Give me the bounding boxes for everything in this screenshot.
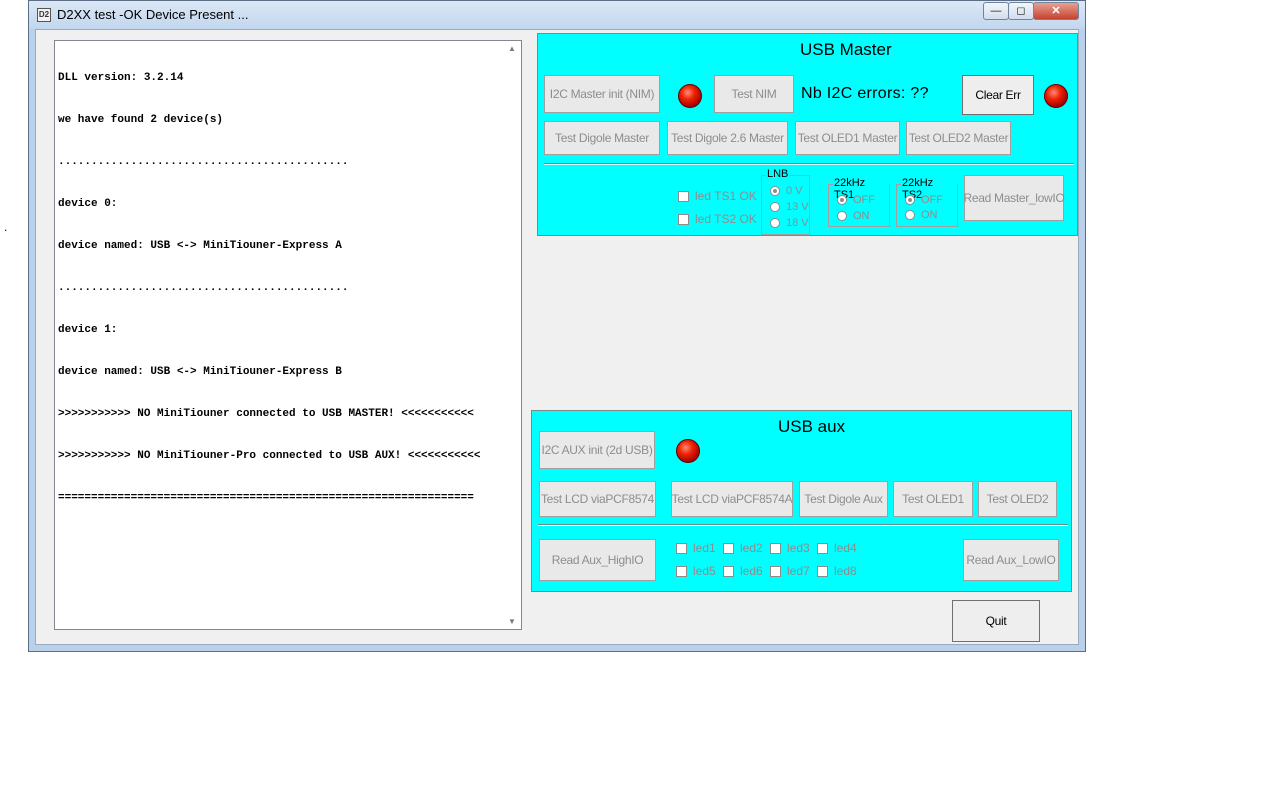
quit-button[interactable]: Quit [952, 600, 1040, 642]
ts1-off-radio[interactable]: OFF [837, 194, 875, 206]
lnb-group: LNB 0 V 13 V 18 V [761, 168, 810, 235]
usb-master-title: USB Master [800, 40, 892, 59]
ts1-on-radio[interactable]: ON [837, 210, 870, 222]
usb-aux-title: USB aux [778, 417, 846, 436]
test-lcd-pcf8574a-button[interactable]: Test LCD viaPCF8574A [671, 481, 793, 517]
test-lcd-pcf8574-button[interactable]: Test LCD viaPCF8574 [539, 481, 656, 517]
radio-icon [770, 202, 780, 212]
checkbox-box-icon [676, 565, 687, 577]
log-line: device named: USB <-> MiniTiouner-Expres… [58, 240, 342, 252]
log-line: ........................................… [58, 282, 349, 294]
test-digole-master-button[interactable]: Test Digole Master [544, 121, 660, 155]
checkbox-box-icon [678, 213, 689, 225]
checkbox-box-icon [723, 542, 734, 554]
test-digole-aux-button[interactable]: Test Digole Aux [799, 481, 888, 517]
read-aux-lowio-button[interactable]: Read Aux_LowIO [963, 539, 1059, 581]
test-oled2-aux-button[interactable]: Test OLED2 [978, 481, 1057, 517]
checkbox-box-icon [817, 542, 828, 554]
lnb-group-title: LNB [766, 168, 790, 180]
master-divider [544, 163, 1074, 165]
app-window: D2 D2XX test -OK Device Present ... — ◻ … [28, 0, 1086, 652]
i2c-master-init-button[interactable]: I2C Master init (NIM) [544, 75, 660, 113]
checkbox-box-icon [770, 542, 781, 554]
test-nim-button[interactable]: Test NIM [714, 75, 794, 113]
led4-checkbox[interactable]: led4 [817, 541, 857, 555]
stray-mark: . [4, 220, 8, 234]
radio-icon [837, 211, 847, 221]
checkbox-box-icon [817, 565, 828, 577]
led1-checkbox[interactable]: led1 [676, 541, 716, 555]
lnb-13v-radio[interactable]: 13 V [770, 201, 809, 213]
checkbox-box-icon [723, 565, 734, 577]
lnb-0v-radio[interactable]: 0 V [770, 185, 803, 197]
caption-buttons: — ◻ ✕ [983, 2, 1079, 20]
led5-checkbox[interactable]: led5 [676, 564, 716, 578]
lnb-18v-radio[interactable]: 18 V [770, 217, 809, 229]
radio-selected-icon [837, 195, 847, 205]
radio-selected-icon [905, 195, 915, 205]
i2c-aux-init-button[interactable]: I2C AUX init (2d USB) [539, 431, 655, 469]
close-button[interactable]: ✕ [1033, 2, 1079, 20]
log-lines: DLL version: 3.2.14 we have found 2 devi… [58, 43, 505, 533]
checkbox-box-icon [676, 542, 687, 554]
aux-init-led [676, 439, 700, 463]
log-line: ========================================… [58, 492, 474, 504]
ts2-off-radio[interactable]: OFF [905, 194, 943, 206]
test-digole26-master-button[interactable]: Test Digole 2.6 Master [667, 121, 788, 155]
log-scrollbar[interactable]: ▲ ▼ [505, 41, 521, 629]
log-line: DLL version: 3.2.14 [58, 72, 184, 84]
test-oled1-master-button[interactable]: Test OLED1 Master [795, 121, 900, 155]
ts2-on-radio[interactable]: ON [905, 209, 938, 221]
radio-icon [770, 218, 780, 228]
log-line: device 1: [58, 324, 118, 336]
usb-master-panel: USB Master I2C Master init (NIM) Test NI… [537, 33, 1078, 236]
aux-divider [538, 524, 1068, 526]
minimize-button[interactable]: — [983, 2, 1009, 20]
test-oled2-master-button[interactable]: Test OLED2 Master [906, 121, 1011, 155]
led7-checkbox[interactable]: led7 [770, 564, 810, 578]
radio-selected-icon [770, 186, 780, 196]
checkbox-box-icon [770, 565, 781, 577]
test-oled1-aux-button[interactable]: Test OLED1 [893, 481, 973, 517]
radio-icon [905, 210, 915, 220]
log-line: device named: USB <-> MiniTiouner-Expres… [58, 366, 342, 378]
master-init-led [678, 84, 702, 108]
log-textbox[interactable]: DLL version: 3.2.14 we have found 2 devi… [54, 40, 522, 630]
led2-checkbox[interactable]: led2 [723, 541, 763, 555]
usb-aux-panel: USB aux I2C AUX init (2d USB) Test LCD v… [531, 410, 1072, 592]
window-title: D2XX test -OK Device Present ... [57, 7, 249, 22]
log-line: >>>>>>>>>>> NO MiniTiouner-Pro connected… [58, 450, 481, 462]
log-line: device 0: [58, 198, 118, 210]
checkbox-box-icon [678, 190, 689, 202]
client-area: DLL version: 3.2.14 we have found 2 devi… [35, 29, 1079, 645]
led3-checkbox[interactable]: led3 [770, 541, 810, 555]
master-error-led [1044, 84, 1068, 108]
log-line: >>>>>>>>>>> NO MiniTiouner connected to … [58, 408, 474, 420]
maximize-icon: ◻ [1016, 5, 1026, 17]
log-line: ........................................… [58, 156, 349, 168]
app-icon[interactable]: D2 [37, 8, 51, 22]
ts2-22khz-group: 22kHz TS2 OFF ON [896, 177, 958, 227]
scroll-up-icon[interactable]: ▲ [508, 44, 516, 53]
led8-checkbox[interactable]: led8 [817, 564, 857, 578]
nb-i2c-errors-label: Nb I2C errors: ?? [801, 85, 929, 102]
read-master-lowio-button[interactable]: Read Master_lowIO [964, 175, 1065, 221]
close-icon: ✕ [1051, 5, 1061, 17]
title-bar[interactable]: D2 D2XX test -OK Device Present ... — ◻ … [29, 1, 1085, 29]
led-ts1-checkbox[interactable]: led TS1 OK [678, 189, 757, 203]
led-ts2-checkbox[interactable]: led TS2 OK [678, 212, 757, 226]
scroll-down-icon[interactable]: ▼ [508, 617, 516, 626]
minimize-icon: — [990, 5, 1002, 17]
led6-checkbox[interactable]: led6 [723, 564, 763, 578]
ts1-22khz-group: 22kHz TS1 OFF ON [828, 177, 890, 227]
maximize-button[interactable]: ◻ [1008, 2, 1034, 20]
read-aux-highio-button[interactable]: Read Aux_HighIO [539, 539, 656, 581]
log-line: we have found 2 device(s) [58, 114, 224, 126]
clear-err-button[interactable]: Clear Err [962, 75, 1034, 115]
